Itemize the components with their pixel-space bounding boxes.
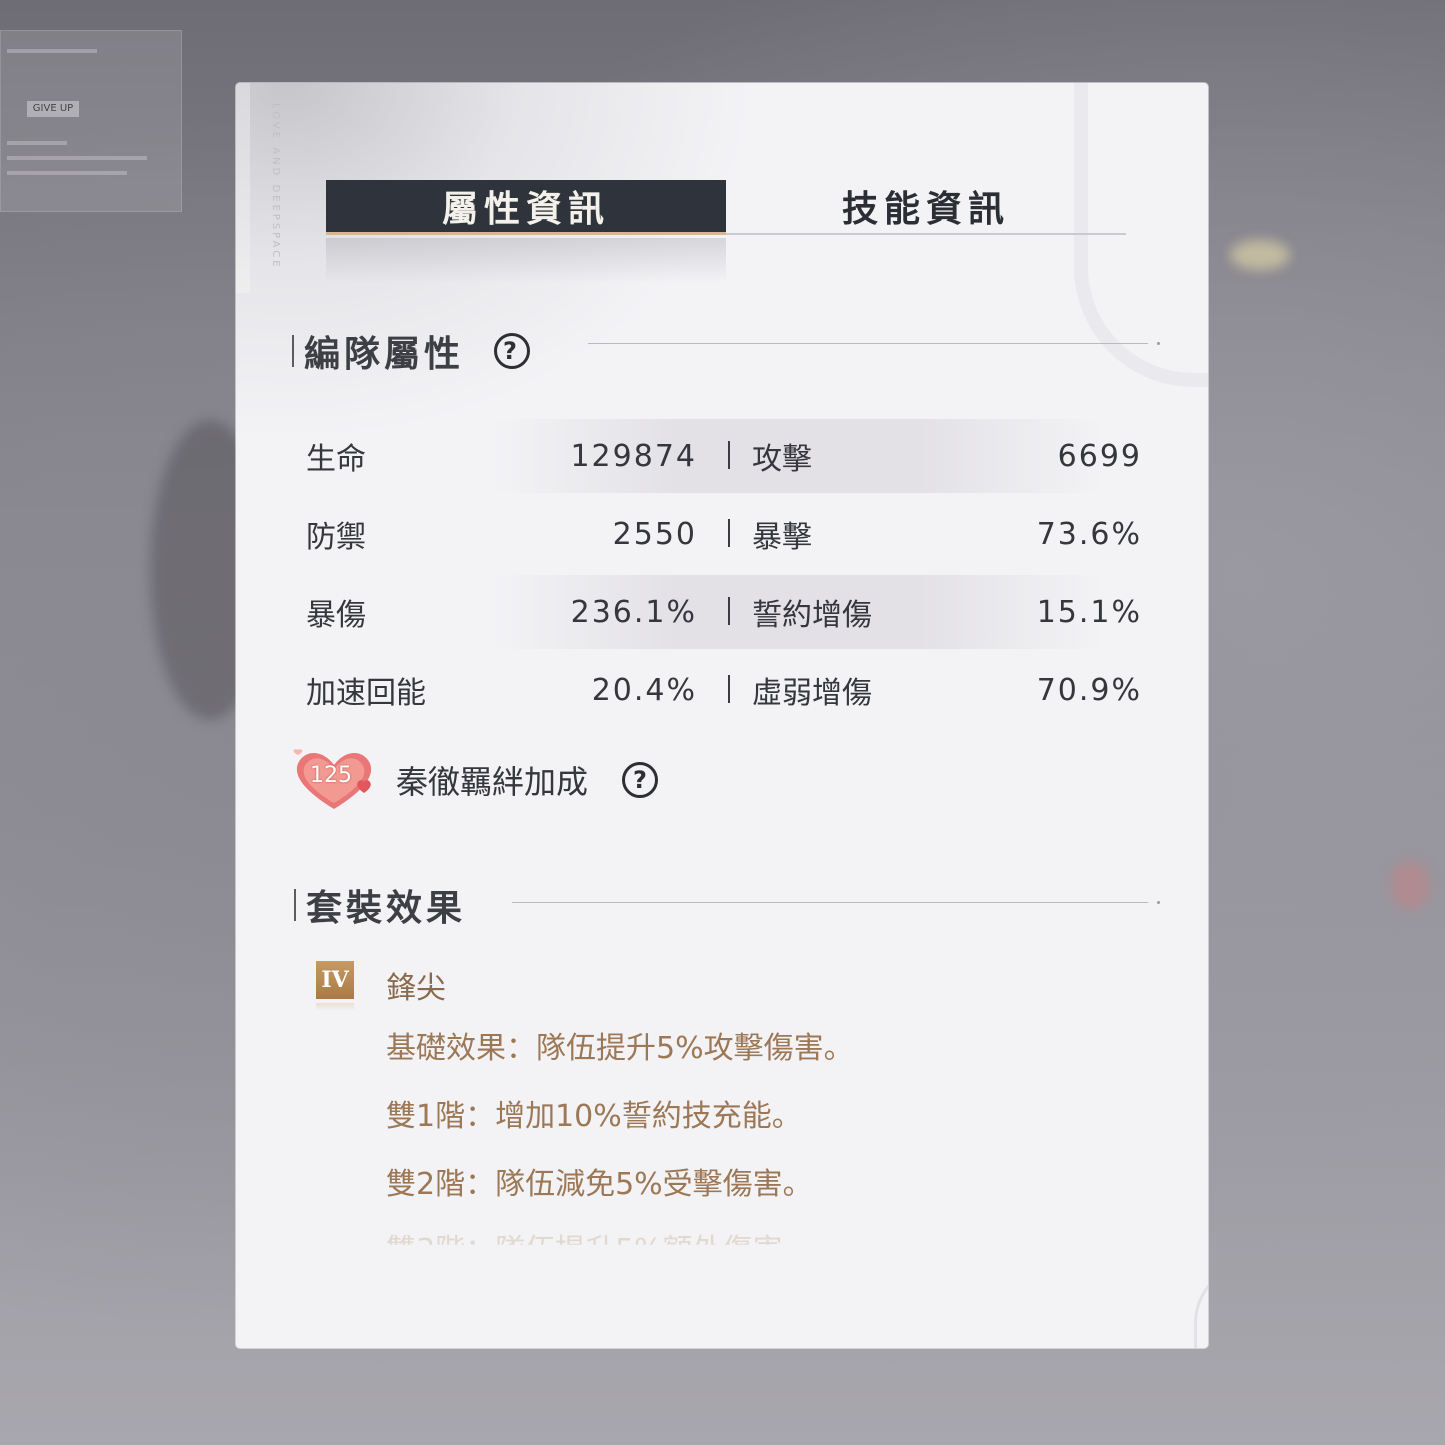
stat-row: 暴傷 236.1% 誓約增傷 15.1% [292,573,1164,651]
stat-value: 236.1% [570,594,697,630]
tab-bar: 屬性資訊 技能資訊 [326,180,1126,236]
stat-divider [728,597,730,625]
tab-shadow [326,238,726,283]
stat-label: 誓約增傷 [752,598,872,633]
stat-row: 生命 129874 攻擊 6699 [292,417,1164,495]
section-divider [588,342,1160,345]
heart-icon: 125 [288,745,380,815]
background-blur [1230,240,1290,270]
bond-level: 125 [310,763,352,788]
stat-row: 防禦 2550 暴擊 73.6% [292,495,1164,573]
set-effect-header: 套裝效果 [294,879,466,931]
hud-line [7,156,147,160]
stats-grid: 生命 129874 攻擊 6699 防禦 2550 暴擊 73.6% 暴傷 23… [292,417,1164,729]
tier-badge-shadow [316,1003,354,1011]
background-hud: GIVE UP [0,30,182,212]
stat-label: 暴擊 [752,520,812,555]
help-icon[interactable]: ? [494,333,531,369]
effect-line: 雙1階：增加10%誓約技充能。 [386,1099,802,1134]
side-bar [236,83,250,293]
hud-line [7,49,97,53]
bond-bonus: 125 秦徹羈絆加成 ? [288,745,659,815]
tier-badge: IV [316,961,354,999]
stat-value: 70.9% [1036,672,1142,708]
section-bar [292,335,294,367]
stat-value: 6699 [1057,438,1142,474]
section-bar [294,889,296,921]
set-name: 鋒尖 [386,971,446,1006]
team-stats-header: 編隊屬性 ? [292,325,531,377]
tab-underline [726,233,1126,235]
tab-attributes[interactable]: 屬性資訊 [326,180,726,235]
stat-row: 加速回能 20.4% 虛弱增傷 70.9% [292,651,1164,729]
hud-line [7,171,127,175]
stat-label: 防禦 [306,520,366,555]
stat-divider [728,519,730,547]
brand-side-text: LOVE AND DEEPSPACE [270,103,281,270]
stat-label: 生命 [306,442,366,477]
stat-value: 20.4% [591,672,697,708]
effect-line: 基礎效果：隊伍提升5%攻擊傷害。 [386,1031,854,1066]
help-icon[interactable]: ? [622,762,659,798]
bond-label: 秦徹羈絆加成 [396,763,589,801]
background-blur [1390,860,1430,910]
stat-label: 攻擊 [752,442,812,477]
effect-line: 雙2階：隊伍減免5%受擊傷害。 [386,1167,813,1202]
give-up-button[interactable]: GIVE UP [27,101,79,117]
stat-divider [728,441,730,469]
attribute-panel: LOVE AND DEEPSPACE 屬性資訊 技能資訊 編隊屬性 ? 生命 1… [236,83,1208,1348]
tab-skills[interactable]: 技能資訊 [726,180,1126,232]
team-stats-title: 編隊屬性 [304,333,465,375]
decorative-arc [1194,1263,1208,1348]
stat-value: 129874 [570,438,697,474]
set-effect-title: 套裝效果 [306,887,467,929]
hud-line [7,141,67,145]
stat-value: 73.6% [1036,516,1142,552]
stat-value: 15.1% [1036,594,1142,630]
stat-label: 加速回能 [306,676,426,711]
stat-divider [728,675,730,703]
effect-line: 雙3階：隊伍提升5%額外傷害。 [386,1233,813,1268]
stat-value: 2550 [612,516,697,552]
stat-label: 暴傷 [306,598,366,633]
section-divider [512,901,1160,904]
stat-label: 虛弱增傷 [752,676,872,711]
